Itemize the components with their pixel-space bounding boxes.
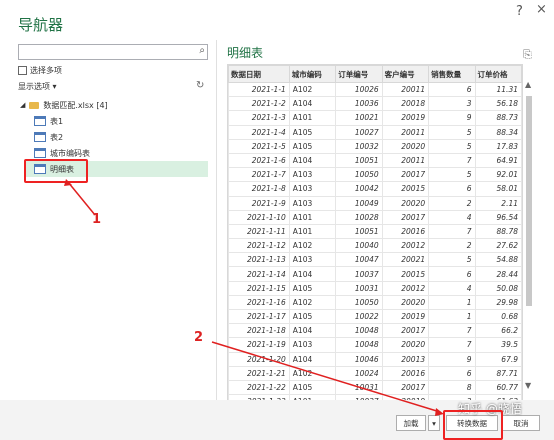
annotation-arrows [64, 179, 444, 416]
arrow-2-line [211, 341, 441, 413]
arrow-2-head [435, 408, 444, 416]
arrow-1-head [64, 179, 72, 186]
callout-2: 2 [194, 330, 204, 345]
navigator-window: 导航器 ? × ⌕ 选择多项 显示选项 ▾ ↻ ◢ 数据匹配.xlsx [4] … [0, 0, 554, 440]
arrow-1-line [67, 181, 96, 216]
callout-1: 1 [92, 212, 102, 227]
